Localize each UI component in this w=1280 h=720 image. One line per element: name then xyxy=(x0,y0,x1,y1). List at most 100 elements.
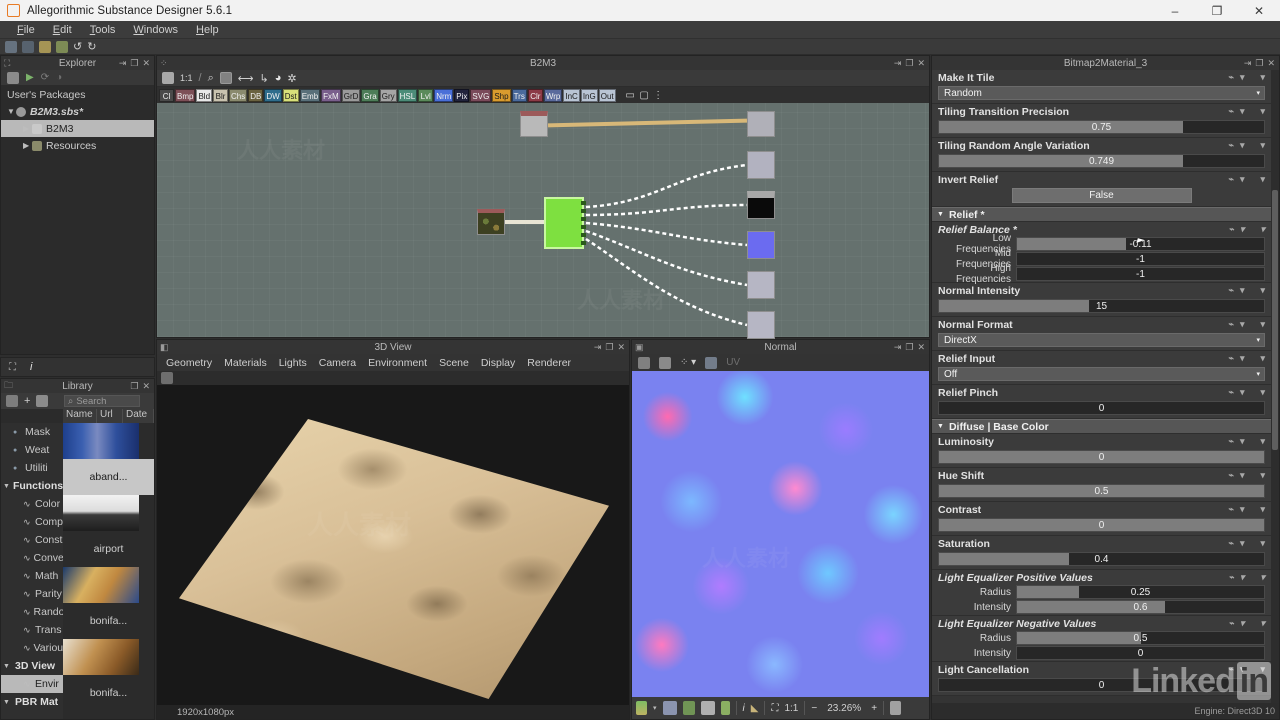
properties-section-header[interactable]: ▼ Relief * xyxy=(932,207,1271,222)
property-slider[interactable]: 0.25 xyxy=(1016,585,1265,599)
histogram-icon[interactable]: ◣ xyxy=(751,703,759,714)
view3d-tab-display[interactable]: Display xyxy=(475,357,521,369)
function-link-icon[interactable]: ⌁ xyxy=(1229,174,1234,185)
chevron-down-icon[interactable]: ▾ xyxy=(1240,224,1245,235)
view2d-float-icon[interactable]: ❐ xyxy=(905,340,913,354)
menu-chevron-icon[interactable]: ▾ xyxy=(1260,285,1265,296)
library-tree-item[interactable]: ∿ Const xyxy=(1,531,63,549)
graph-float-icon[interactable]: ❐ xyxy=(905,56,913,70)
chevron-down-icon[interactable]: ▾ xyxy=(1240,140,1245,151)
graph-tool-clr[interactable]: Clr xyxy=(527,88,543,102)
view2d-dock-icon[interactable]: ⇥ xyxy=(894,340,902,354)
menu-chevron-icon[interactable]: ▾ xyxy=(1260,140,1265,151)
property-slider[interactable]: 0.749 xyxy=(938,154,1265,168)
library-tree-item[interactable]: ∿ Envir xyxy=(1,675,63,693)
library-add-icon[interactable]: + xyxy=(24,395,30,407)
property-dropdown[interactable]: Off ▾ xyxy=(938,367,1265,381)
view2d-edit-icon[interactable] xyxy=(659,356,671,369)
library-tree-item[interactable]: ∿ Parity xyxy=(1,585,63,603)
more-options-icon[interactable]: ⋮ xyxy=(652,89,665,102)
library-result-item[interactable]: aband... xyxy=(63,423,154,495)
graph-tool-gra[interactable]: Gra xyxy=(361,88,379,102)
graph-canvas[interactable]: 人人素材 人人素材 xyxy=(157,103,929,339)
property-slider[interactable]: 15 xyxy=(938,299,1265,313)
tab-info-icon[interactable]: i xyxy=(30,361,32,373)
compare-icon[interactable] xyxy=(700,701,715,715)
chevron-down-icon[interactable]: ▼ xyxy=(7,107,16,116)
zoom-ratio-label[interactable]: 1:1 xyxy=(180,73,193,83)
graph-tool-chs[interactable]: Chs xyxy=(229,88,248,102)
property-slider[interactable]: 0.75 xyxy=(938,120,1265,134)
explorer-dock-icon[interactable]: ⇥ xyxy=(119,56,127,70)
graph-tool-ing[interactable]: InG xyxy=(580,88,598,102)
graph-tool-bld[interactable]: Bld xyxy=(196,88,213,102)
view2d-canvas[interactable]: 人人素材 xyxy=(632,371,929,697)
view2d-close-icon[interactable]: ✕ xyxy=(917,340,925,354)
tiling-icon[interactable] xyxy=(662,701,677,715)
property-subrow[interactable]: High Frequencies -1 xyxy=(938,263,1265,285)
menu-chevron-icon[interactable]: ▾ xyxy=(1260,72,1265,83)
property-subrow[interactable]: Radius 0.5 xyxy=(938,631,1265,645)
explorer-item[interactable]: ▶ B2M3 xyxy=(1,120,154,137)
link-icon[interactable]: ⟷ xyxy=(238,72,254,85)
library-result-item[interactable]: bonifa... xyxy=(63,639,154,711)
library-tree-item[interactable]: ● Weat xyxy=(1,441,63,459)
property-slider[interactable]: -1 xyxy=(1016,267,1265,281)
chevron-down-icon[interactable]: ▾ xyxy=(1240,618,1245,629)
save-all-icon[interactable] xyxy=(56,40,68,53)
graph-close-icon[interactable]: ✕ xyxy=(917,56,925,70)
chevron-right-icon[interactable]: ▶ xyxy=(23,124,32,133)
close-button[interactable]: ✕ xyxy=(1238,0,1280,21)
graph-tool-nrm[interactable]: Nrm xyxy=(434,88,454,102)
view3d-mode-icon[interactable] xyxy=(161,372,173,384)
property-slider[interactable]: 0 xyxy=(1016,646,1265,660)
zoom-icon[interactable]: ⌕ xyxy=(208,72,214,85)
fit-view-icon[interactable] xyxy=(162,72,174,84)
graph-tool-emb[interactable]: Emb xyxy=(299,88,321,102)
minimize-button[interactable]: – xyxy=(1154,0,1196,21)
view2d-channels-icon[interactable]: ⁘ ▾ xyxy=(680,357,696,368)
light-icon[interactable]: ◕ xyxy=(275,72,282,84)
properties-section-header[interactable]: ▼ Diffuse | Base Color xyxy=(932,419,1271,434)
menu-chevron-icon[interactable]: ▾ xyxy=(1260,470,1265,481)
library-tree-item[interactable]: ▼ 3D View xyxy=(1,657,63,675)
graph-node-output-3[interactable] xyxy=(747,231,775,259)
chevron-down-icon[interactable]: ▾ xyxy=(1240,72,1245,83)
menu-chevron-icon[interactable]: ▾ xyxy=(1260,504,1265,515)
property-subrow[interactable]: Intensity 0.6 xyxy=(938,600,1265,614)
graph-node-bitmap-source[interactable] xyxy=(477,209,505,235)
explorer-item[interactable]: ▼ B2M3.sbs* xyxy=(1,103,154,120)
explorer-refresh-icon[interactable]: ⟳ xyxy=(41,72,49,83)
chevron-down-icon[interactable]: ▾ xyxy=(1240,504,1245,515)
fit-icon[interactable]: ⛶ xyxy=(771,703,778,714)
function-link-icon[interactable]: ⌁ xyxy=(1229,538,1234,549)
graph-tool-dst[interactable]: Dst xyxy=(282,88,299,102)
menu-item-windows[interactable]: Windows xyxy=(124,21,187,39)
library-tree-item[interactable]: ∿ Rando xyxy=(1,603,63,621)
function-link-icon[interactable]: ⌁ xyxy=(1229,319,1234,330)
graph-node-input-top[interactable] xyxy=(520,111,548,137)
library-float-icon[interactable]: ❐ xyxy=(130,379,138,393)
graph-tool-trs[interactable]: Trs xyxy=(511,88,527,102)
property-slider[interactable]: -1 xyxy=(1016,252,1265,266)
explorer-float-icon[interactable]: ❐ xyxy=(130,56,138,70)
chevron-right-icon[interactable]: ▶ xyxy=(23,141,32,150)
view3d-tab-materials[interactable]: Materials xyxy=(218,357,273,369)
graph-node-bitmap2material[interactable] xyxy=(544,197,584,249)
library-new-folder-icon[interactable] xyxy=(6,395,18,407)
property-slider[interactable]: 0.5 xyxy=(938,484,1265,498)
graph-node-output-4[interactable] xyxy=(747,271,775,299)
library-tree-item[interactable]: ∿ Conve xyxy=(1,549,63,567)
graph-tool-inc[interactable]: InC xyxy=(563,88,580,102)
graph-tool-dw[interactable]: DW xyxy=(264,88,282,102)
explorer-save-icon[interactable] xyxy=(7,71,19,84)
library-tree-item[interactable]: ∿ Trans xyxy=(1,621,63,639)
function-link-icon[interactable]: ⌁ xyxy=(1229,224,1234,235)
chevron-down-icon[interactable]: ▾ xyxy=(1256,370,1260,378)
view3d-canvas[interactable]: 人人素材 xyxy=(157,385,629,705)
chevron-down-icon[interactable]: ▾ xyxy=(1256,336,1260,344)
settings-gear-icon[interactable]: ✲ xyxy=(287,72,296,85)
graph-tool-svg[interactable]: SVG xyxy=(470,88,492,102)
view2d-uv-label[interactable]: UV xyxy=(726,357,740,368)
library-tree-item[interactable]: ∿ Math xyxy=(1,567,63,585)
